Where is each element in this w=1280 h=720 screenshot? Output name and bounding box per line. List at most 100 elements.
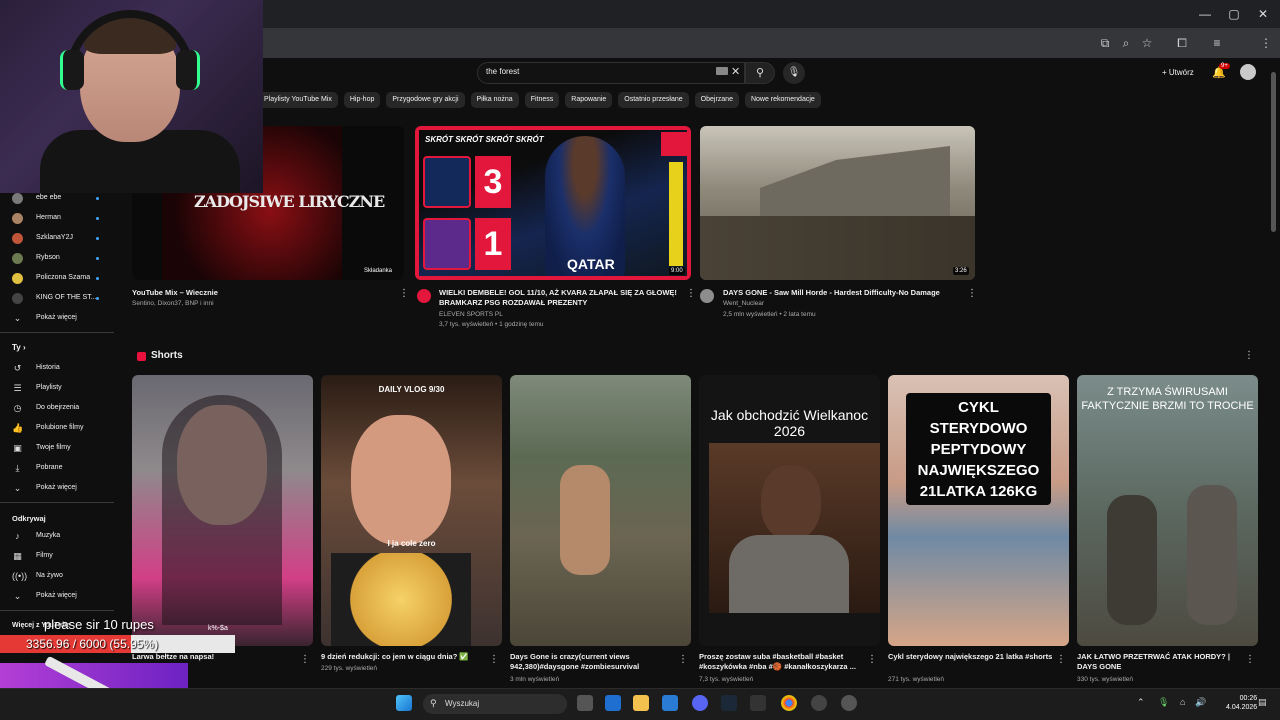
- shorts-menu-icon[interactable]: ⋮: [1244, 350, 1254, 361]
- sidebar-sub-4[interactable]: Policzona Szama: [0, 270, 115, 288]
- filter-chip[interactable]: Nowe rekomendacje: [744, 92, 821, 108]
- search-input[interactable]: the forest: [477, 62, 745, 84]
- search-query[interactable]: the forest: [486, 67, 519, 76]
- search-button[interactable]: ⚲: [745, 62, 775, 84]
- short-menu-icon[interactable]: ⋮: [1245, 654, 1255, 665]
- tray-overflow-icon[interactable]: ⌃: [1137, 697, 1145, 708]
- short-title[interactable]: Proszę zostaw suba #basketball #basket #…: [699, 652, 867, 672]
- sidebar-show-more-explore[interactable]: ⌄ Pokaż więcej: [0, 588, 115, 606]
- browser-menu-icon[interactable]: ⋮: [1259, 36, 1273, 50]
- short-menu-icon[interactable]: ⋮: [678, 654, 688, 665]
- video-title[interactable]: WIELKI DEMBELE! GOL 11/10, AŻ KVARA ZŁAP…: [439, 288, 684, 308]
- taskbar-search[interactable]: ⚲ Wyszukaj: [423, 694, 567, 714]
- outlook-icon[interactable]: [605, 695, 621, 711]
- video-thumbnail-days-gone[interactable]: 3:26: [700, 126, 975, 280]
- voice-search-button[interactable]: 🎙: [783, 62, 805, 84]
- volume-icon[interactable]: 🔊: [1195, 697, 1206, 708]
- short-2[interactable]: [510, 375, 691, 646]
- store-icon[interactable]: [662, 695, 678, 711]
- video-thumbnail-football[interactable]: SKRÓT SKRÓT SKRÓT SKRÓT 3 1 QATAR 9:00: [415, 126, 691, 280]
- steam-icon[interactable]: [721, 695, 737, 711]
- sidebar-item-movies[interactable]: ▦ Filmy: [0, 548, 115, 566]
- video-title[interactable]: YouTube Mix – Wiecznie: [132, 288, 392, 298]
- short-3[interactable]: Jak obchodzić Wielkanoc 2026: [699, 375, 880, 646]
- windows-start-icon[interactable]: [396, 695, 412, 711]
- you-heading[interactable]: Ty ›: [12, 343, 26, 352]
- user-avatar[interactable]: [1240, 64, 1256, 80]
- player-figure: [545, 136, 625, 276]
- sidebar-sub-5[interactable]: KING OF THE ST...: [0, 290, 115, 308]
- close-window-button[interactable]: ✕: [1254, 5, 1272, 23]
- short-1[interactable]: DAILY VLOG 9/30 I ja cole zero: [321, 375, 502, 646]
- sidebar-item-your-videos[interactable]: ▣ Twoje filmy: [0, 440, 115, 458]
- notification-center-icon[interactable]: ▤: [1258, 697, 1267, 708]
- sidebar-item-music[interactable]: ♪ Muzyka: [0, 528, 115, 546]
- terminal-icon[interactable]: [750, 695, 766, 711]
- video-menu-icon[interactable]: ⋮: [399, 288, 409, 299]
- video-menu-icon[interactable]: ⋮: [686, 288, 696, 299]
- short-4[interactable]: CYKL STERYDOWO PEPTYDOWY NAJWIĘKSZEGO 21…: [888, 375, 1069, 646]
- channel-avatar[interactable]: [417, 289, 431, 303]
- app-icon[interactable]: [841, 695, 857, 711]
- discord-icon[interactable]: [692, 695, 708, 711]
- sidebar-item-label: Herman: [36, 214, 61, 221]
- sidebar-item-history[interactable]: ↺ Historia: [0, 360, 115, 378]
- sidebar-item-playlists[interactable]: ☰ Playlisty: [0, 380, 115, 398]
- new-content-dot: [96, 297, 99, 300]
- short-menu-icon[interactable]: ⋮: [300, 654, 310, 665]
- video-channel[interactable]: Went_Nuclear: [723, 299, 764, 309]
- taskbar-clock[interactable]: 00:26 4.04.2026: [1226, 694, 1257, 712]
- short-title[interactable]: JAK ŁATWO PRZETRWAĆ ATAK HORDY? | DAYS G…: [1077, 652, 1245, 672]
- microphone-tray-icon[interactable]: 🎙: [1158, 697, 1169, 708]
- filter-chip[interactable]: Hip-hop: [343, 92, 381, 108]
- sidebar-sub-1[interactable]: Herman: [0, 210, 115, 228]
- extensions-icon[interactable]: ⧠: [1175, 36, 1189, 50]
- short-title[interactable]: 9 dzień redukcji: co jem w ciągu dnia? ✅: [321, 652, 489, 662]
- filter-chip[interactable]: Przygodowe gry akcji: [386, 92, 465, 108]
- video-channel[interactable]: Sentino, Dixon37, BNP i inni: [132, 299, 214, 309]
- sidebar-item-label: Pokaż więcej: [36, 314, 77, 321]
- page-scrollbar[interactable]: [1271, 72, 1276, 232]
- short-0[interactable]: k%-$a: [132, 375, 313, 646]
- network-icon[interactable]: ⌂: [1180, 697, 1185, 707]
- video-channel[interactable]: ELEVEN SPORTS PL: [439, 310, 503, 320]
- sidebar-item-live[interactable]: ((•)) Na żywo: [0, 568, 115, 586]
- sidebar-sub-3[interactable]: Rybson: [0, 250, 115, 268]
- obs-icon[interactable]: [811, 695, 827, 711]
- sidebar-show-more-you[interactable]: ⌄ Pokaż więcej: [0, 480, 115, 498]
- zoom-icon[interactable]: ⌕: [1119, 36, 1133, 50]
- sidebar-item-liked[interactable]: 👍 Polubione filmy: [0, 420, 115, 438]
- video-menu-icon[interactable]: ⋮: [967, 288, 977, 299]
- filter-chip[interactable]: Piłka nożna: [470, 92, 519, 108]
- media-controls-icon[interactable]: ≡: [1210, 36, 1224, 50]
- short-title[interactable]: Cykl sterydowy największego 21 latka #sh…: [888, 652, 1056, 662]
- clear-search-icon[interactable]: ✕: [731, 65, 740, 78]
- task-view-icon[interactable]: [577, 695, 593, 711]
- short-menu-icon[interactable]: ⋮: [867, 654, 877, 665]
- short-title[interactable]: Larwa bełtze na napsa!: [132, 652, 300, 662]
- keyboard-icon[interactable]: [716, 67, 728, 75]
- short-menu-icon[interactable]: ⋮: [489, 654, 499, 665]
- minimize-button[interactable]: —: [1196, 5, 1214, 23]
- filter-chip[interactable]: Ostatnio przesłane: [618, 92, 689, 108]
- short-title[interactable]: Days Gone is crazy(current views 942,380…: [510, 652, 678, 672]
- channel-avatar[interactable]: [700, 289, 714, 303]
- sidebar-item-downloads[interactable]: ⤓ Pobrane: [0, 460, 115, 478]
- filter-chip[interactable]: Rapowanie: [565, 92, 613, 108]
- short-menu-icon[interactable]: ⋮: [1056, 654, 1066, 665]
- video-title[interactable]: DAYS GONE - Saw Mill Horde - Hardest Dif…: [723, 288, 968, 298]
- sidebar-show-more-subs[interactable]: ⌄ Pokaż więcej: [0, 310, 115, 328]
- filter-chip[interactable]: Obejrzane: [694, 92, 739, 108]
- create-button[interactable]: + Utwórz: [1156, 64, 1200, 82]
- short-5[interactable]: Z TRZYMA ŚWIRUSAMI FAKTYCZNIE BRZMI TO T…: [1077, 375, 1258, 646]
- sidebar-item-watch-later[interactable]: ◷ Do obejrzenia: [0, 400, 115, 418]
- maximize-button[interactable]: ▢: [1225, 5, 1243, 23]
- filter-chip[interactable]: Playlisty YouTube Mix: [258, 92, 338, 108]
- filter-chip[interactable]: Fitness: [524, 92, 560, 108]
- chrome-icon[interactable]: [781, 695, 797, 711]
- file-explorer-icon[interactable]: [633, 695, 649, 711]
- install-app-icon[interactable]: ⧉: [1098, 36, 1112, 50]
- bookmark-star-icon[interactable]: ☆: [1140, 36, 1154, 50]
- sidebar-sub-2[interactable]: SzklanaY2J: [0, 230, 115, 248]
- thumbnail-face: [351, 415, 451, 545]
